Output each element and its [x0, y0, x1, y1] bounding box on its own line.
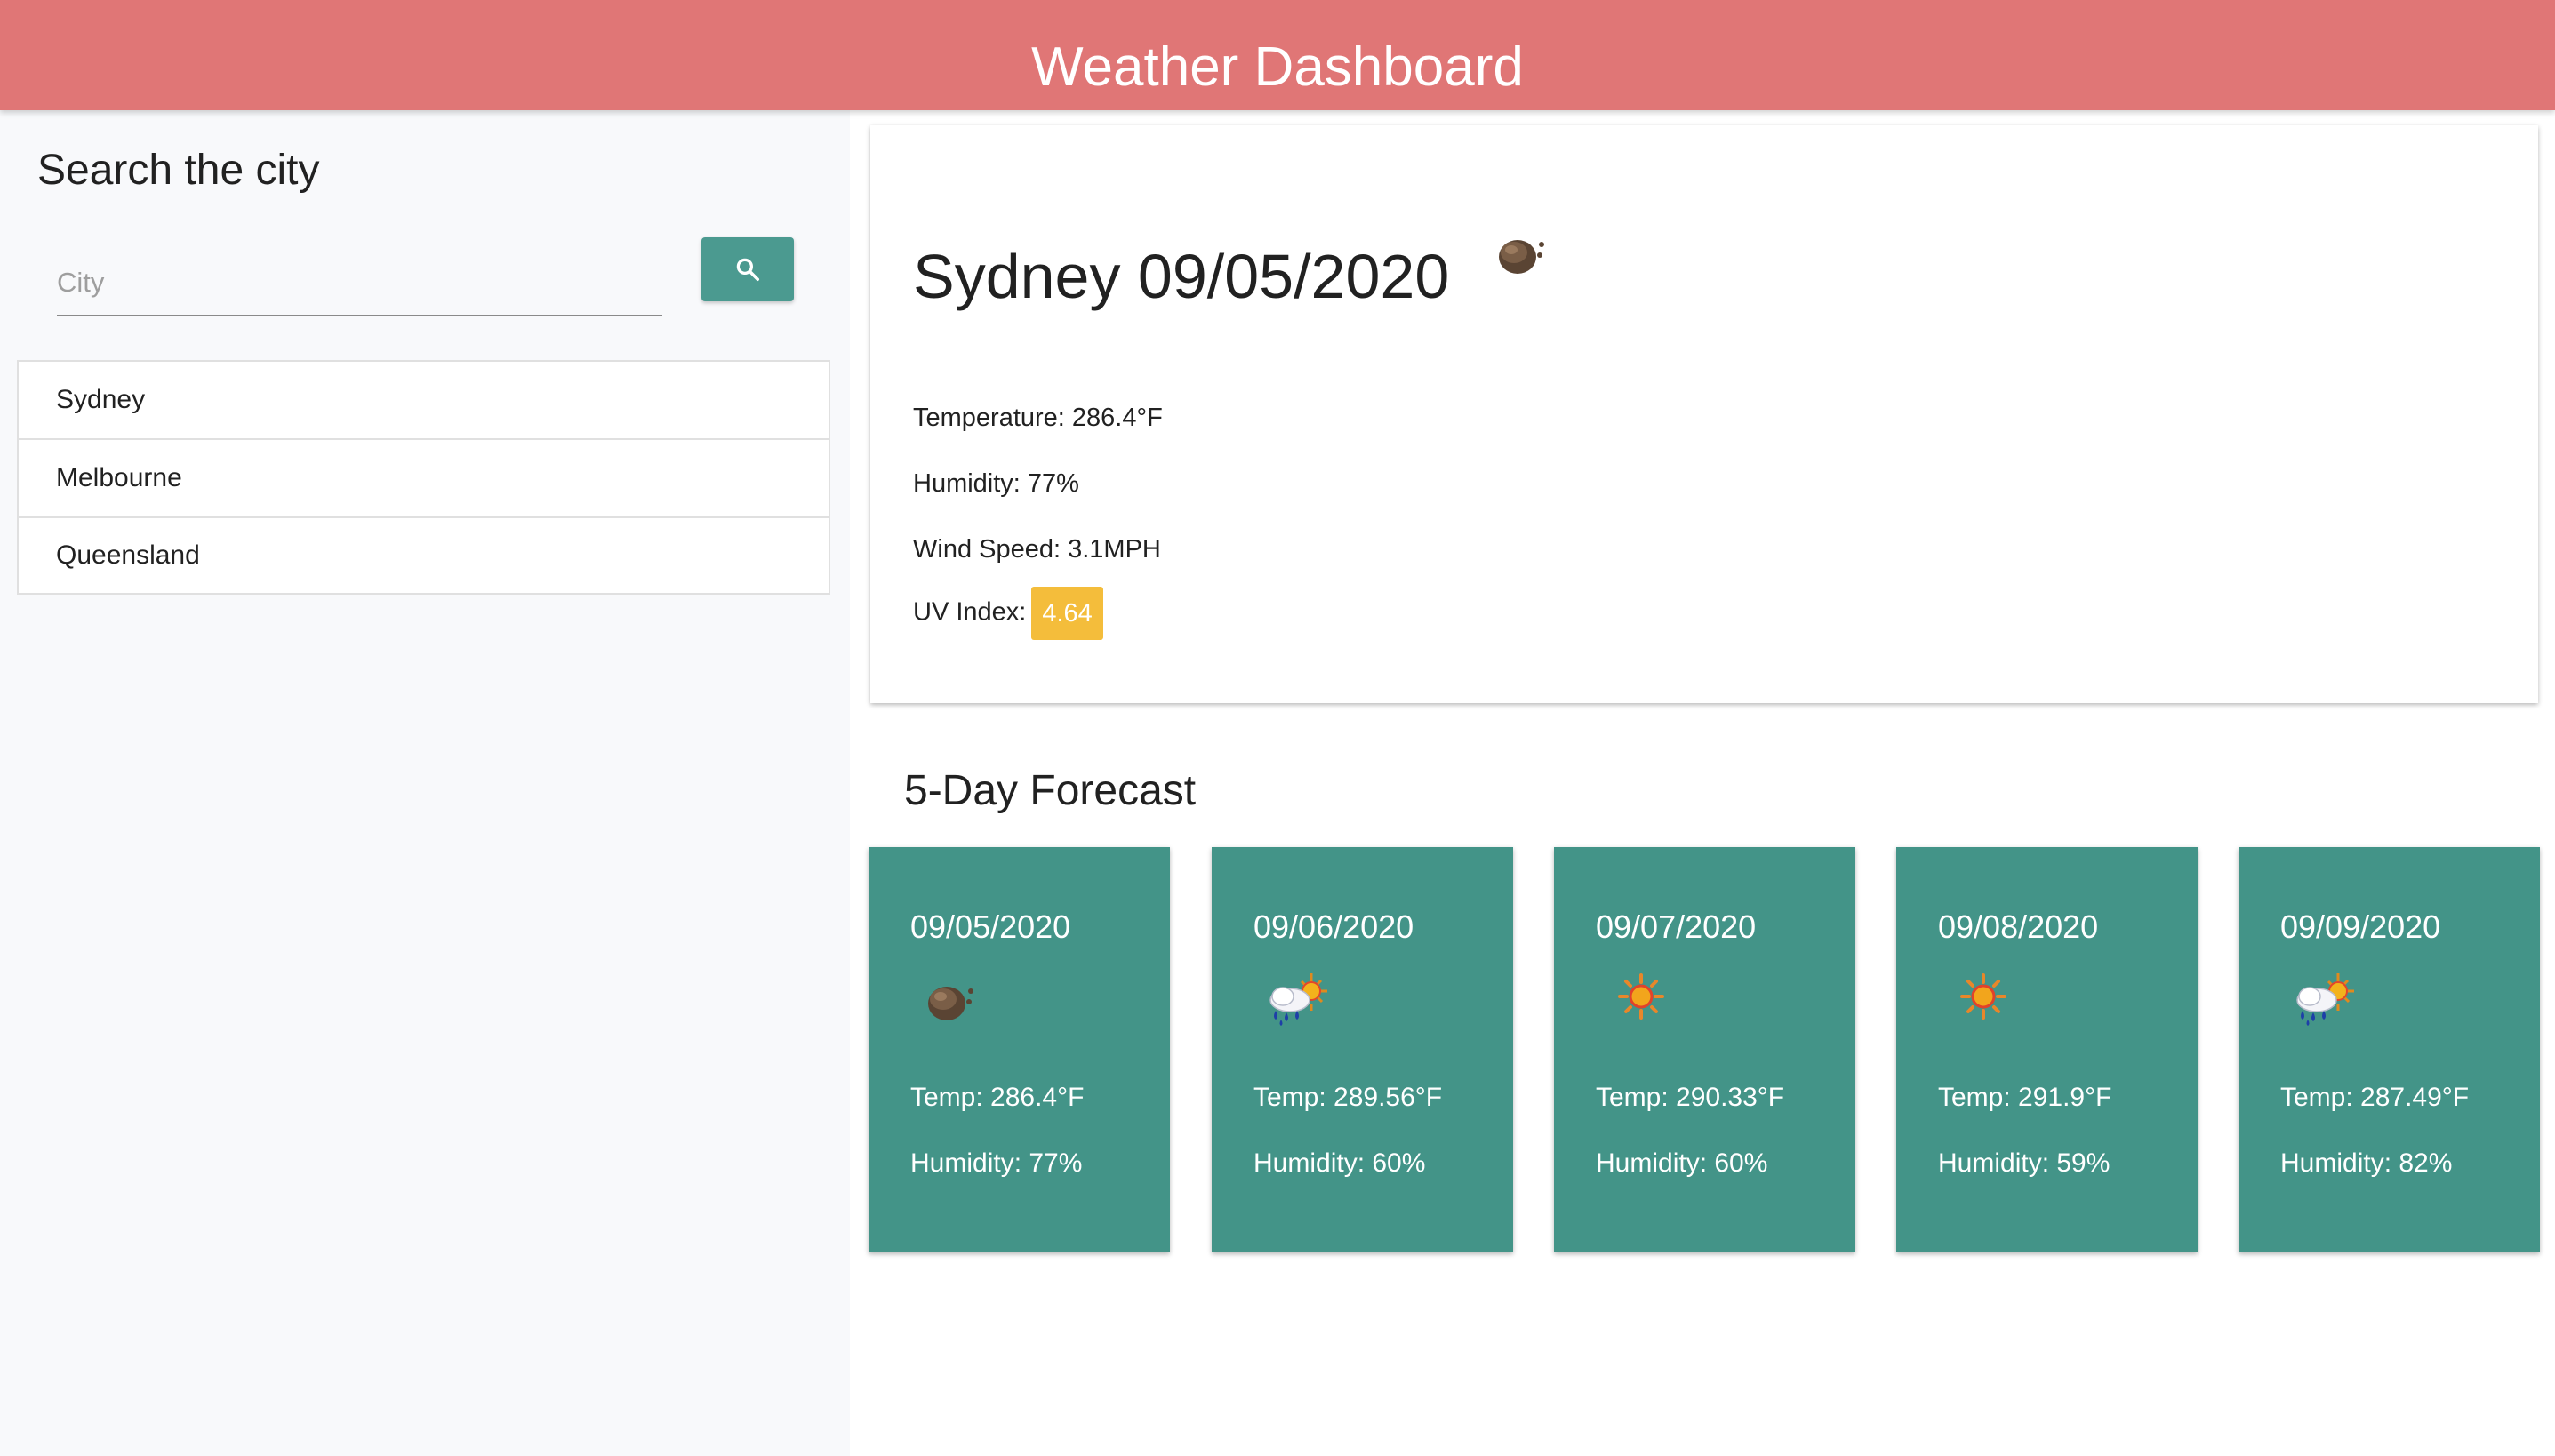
forecast-date: 09/05/2020 [910, 908, 1071, 945]
search-history-list: Sydney Melbourne Queensland [17, 360, 830, 595]
forecast-date: 09/07/2020 [1596, 908, 1757, 945]
sun-icon [1614, 970, 1668, 1028]
forecast-card: 09/08/2020 Temp: 291.9°F Humidity: 59% [1896, 847, 2198, 1252]
city-search-input[interactable] [57, 251, 662, 316]
forecast-humidity: Humidity: 60% [1596, 1148, 1768, 1178]
forecast-temp: Temp: 291.9°F [1938, 1083, 2112, 1112]
city-item-queensland[interactable]: Queensland [19, 518, 829, 593]
search-heading: Search the city [37, 147, 320, 194]
sun-rain-icon [1261, 970, 1333, 1033]
forecast-date: 09/06/2020 [1253, 908, 1414, 945]
scattered-clouds-icon [922, 970, 981, 1033]
uv-label: UV Index: [913, 597, 1027, 627]
forecast-card: 09/09/2020 Temp: 287.49°F Humidity: 82% [2239, 847, 2540, 1252]
sun-icon [1957, 970, 2010, 1028]
scattered-clouds-icon [1493, 223, 1551, 286]
forecast-card: 09/06/2020 Temp: 289.56°F Humidity: 60% [1212, 847, 1513, 1252]
forecast-heading: 5-Day Forecast [904, 767, 1197, 814]
app-title: Weather Dashboard [1031, 36, 1524, 98]
forecast-humidity: Humidity: 60% [1253, 1148, 1426, 1178]
current-wind-speed: Wind Speed: 3.1MPH [913, 535, 1161, 564]
forecast-card: 09/07/2020 Temp: 290.33°F Humidity: 60% [1554, 847, 1855, 1252]
forecast-humidity: Humidity: 82% [2280, 1148, 2453, 1178]
forecast-card: 09/05/2020 Temp: 286.4°F Humidity: 77% [869, 847, 1170, 1252]
forecast-temp: Temp: 289.56°F [1253, 1083, 1443, 1112]
forecast-temp: Temp: 290.33°F [1596, 1083, 1785, 1112]
forecast-humidity: Humidity: 59% [1938, 1148, 2110, 1178]
current-city-date: Sydney 09/05/2020 [913, 242, 1450, 311]
current-uv-row: UV Index: 4.64 [913, 587, 1103, 640]
forecast-humidity: Humidity: 77% [910, 1148, 1083, 1178]
current-humidity: Humidity: 77% [913, 469, 1079, 498]
forecast-temp: Temp: 286.4°F [910, 1083, 1085, 1112]
current-weather-card: Sydney 09/05/2020 Temperature: 286.4°F H… [870, 125, 2538, 703]
forecast-date: 09/08/2020 [1938, 908, 2099, 945]
current-temperature: Temperature: 286.4°F [913, 404, 1163, 432]
search-button[interactable] [701, 237, 794, 301]
uv-index-badge: 4.64 [1031, 587, 1103, 640]
search-icon [736, 258, 759, 281]
forecast-date: 09/09/2020 [2280, 908, 2441, 945]
sidebar: Search the city Sydney Melbourne Queensl… [0, 110, 850, 1456]
city-item-melbourne[interactable]: Melbourne [19, 440, 829, 518]
city-item-sydney[interactable]: Sydney [19, 362, 829, 440]
app-header: Weather Dashboard [0, 0, 2555, 110]
sun-rain-icon [2288, 970, 2359, 1033]
forecast-temp: Temp: 287.49°F [2280, 1083, 2470, 1112]
